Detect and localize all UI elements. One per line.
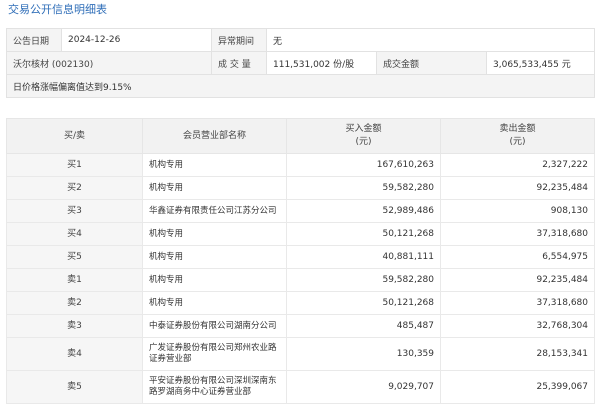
table-row: 卖3 中泰证券股份有限公司湖南分公司 485,487 32,768,304 <box>6 314 595 338</box>
summary-row-stock: 沃尔核材 (002130) 成 交 量 111,531,002 份/股 成交金额… <box>6 51 596 75</box>
row-buy-amount: 50,121,268 <box>286 222 441 246</box>
table-row: 卖1 机构专用 59,582,280 92,235,484 <box>6 268 595 292</box>
row-side: 买3 <box>6 199 143 223</box>
row-buy-amount: 9,029,707 <box>286 370 441 404</box>
page: 交易公开信息明细表 公告日期 2024-12-26 异常期间 无 沃尔核材 (0… <box>0 0 600 416</box>
row-buy-amount: 130,359 <box>286 337 441 371</box>
table-row: 卖2 机构专用 50,121,268 37,318,680 <box>6 291 595 315</box>
row-side: 卖3 <box>6 314 143 338</box>
table-row: 买1 机构专用 167,610,263 2,327,222 <box>6 153 595 177</box>
row-sell-amount: 28,153,341 <box>440 337 595 371</box>
header-buy-amount: 买入金额 (元) <box>286 118 441 154</box>
row-buy-amount: 59,582,280 <box>286 268 441 292</box>
table-row: 卖4 广发证券股份有限公司郑州农业路证券营业部 130,359 28,153,341 <box>6 337 595 371</box>
summary-row-date: 公告日期 2024-12-26 异常期间 无 <box>6 28 596 52</box>
row-side: 买2 <box>6 176 143 200</box>
amount-label: 成交金额 <box>376 51 487 75</box>
table-row: 买3 华鑫证券有限责任公司江苏分公司 52,989,486 908,130 <box>6 199 595 223</box>
abnormal-period-value: 无 <box>265 28 596 52</box>
row-buy-amount: 59,582,280 <box>286 176 441 200</box>
row-sell-amount: 32,768,304 <box>440 314 595 338</box>
row-side: 卖1 <box>6 268 143 292</box>
row-sell-amount: 92,235,484 <box>440 268 595 292</box>
row-branch-name: 机构专用 <box>142 268 287 292</box>
row-branch-name: 中泰证券股份有限公司湖南分公司 <box>142 314 287 338</box>
stock-name: 沃尔核材 (002130) <box>6 51 212 75</box>
row-side: 买4 <box>6 222 143 246</box>
row-branch-name: 广发证券股份有限公司郑州农业路证券营业部 <box>142 337 287 371</box>
row-branch-name: 机构专用 <box>142 222 287 246</box>
row-side: 卖4 <box>6 337 143 371</box>
abnormal-period-label: 异常期间 <box>211 28 267 52</box>
row-sell-amount: 6,554,975 <box>440 245 595 269</box>
row-buy-amount: 50,121,268 <box>286 291 441 315</box>
date-label: 公告日期 <box>6 28 62 52</box>
row-buy-amount: 485,487 <box>286 314 441 338</box>
row-sell-amount: 25,399,067 <box>440 370 595 404</box>
row-branch-name: 机构专用 <box>142 153 287 177</box>
table-row: 买2 机构专用 59,582,280 92,235,484 <box>6 176 595 200</box>
row-branch-name: 华鑫证券有限责任公司江苏分公司 <box>142 199 287 223</box>
row-buy-amount: 167,610,263 <box>286 153 441 177</box>
date-value: 2024-12-26 <box>61 28 212 52</box>
row-sell-amount: 37,318,680 <box>440 222 595 246</box>
row-sell-amount: 908,130 <box>440 199 595 223</box>
row-branch-name: 平安证券股份有限公司深圳深南东路罗湖商务中心证券营业部 <box>142 370 287 404</box>
row-side: 卖5 <box>6 370 143 404</box>
table-row: 买4 机构专用 50,121,268 37,318,680 <box>6 222 595 246</box>
table-header-row: 买/卖 会员营业部名称 买入金额 (元) 卖出金额 (元) <box>6 118 595 154</box>
header-side: 买/卖 <box>6 118 143 154</box>
table-row: 卖5 平安证券股份有限公司深圳深南东路罗湖商务中心证券营业部 9,029,707 25… <box>6 370 595 404</box>
row-side: 卖2 <box>6 291 143 315</box>
row-sell-amount: 37,318,680 <box>440 291 595 315</box>
row-buy-amount: 40,881,111 <box>286 245 441 269</box>
table-row: 买5 机构专用 40,881,111 6,554,975 <box>6 245 595 269</box>
row-branch-name: 机构专用 <box>142 291 287 315</box>
row-sell-amount: 92,235,484 <box>440 176 595 200</box>
amount-value: 3,065,533,455 元 <box>485 51 596 75</box>
row-side: 买5 <box>6 245 143 269</box>
header-branch-name: 会员营业部名称 <box>142 118 287 154</box>
row-branch-name: 机构专用 <box>142 176 287 200</box>
trading-detail-table: 买/卖 会员营业部名称 买入金额 (元) 卖出金额 (元) 买1 机构专用 167,… <box>6 118 595 404</box>
volume-label: 成 交 量 <box>211 51 267 75</box>
reason-text: 日价格涨幅偏离值达到9.15% <box>5 74 596 98</box>
row-side: 买1 <box>6 153 143 177</box>
page-title: 交易公开信息明细表 <box>8 3 107 16</box>
volume-value: 111,531,002 份/股 <box>266 51 377 75</box>
header-sell-amount: 卖出金额 (元) <box>440 118 595 154</box>
summary-row-reason: 日价格涨幅偏离值达到9.15% <box>5 74 596 98</box>
row-branch-name: 机构专用 <box>142 245 287 269</box>
row-buy-amount: 52,989,486 <box>286 199 441 223</box>
row-sell-amount: 2,327,222 <box>440 153 595 177</box>
summary-table: 公告日期 2024-12-26 异常期间 无 沃尔核材 (002130) 成 交… <box>5 28 596 98</box>
